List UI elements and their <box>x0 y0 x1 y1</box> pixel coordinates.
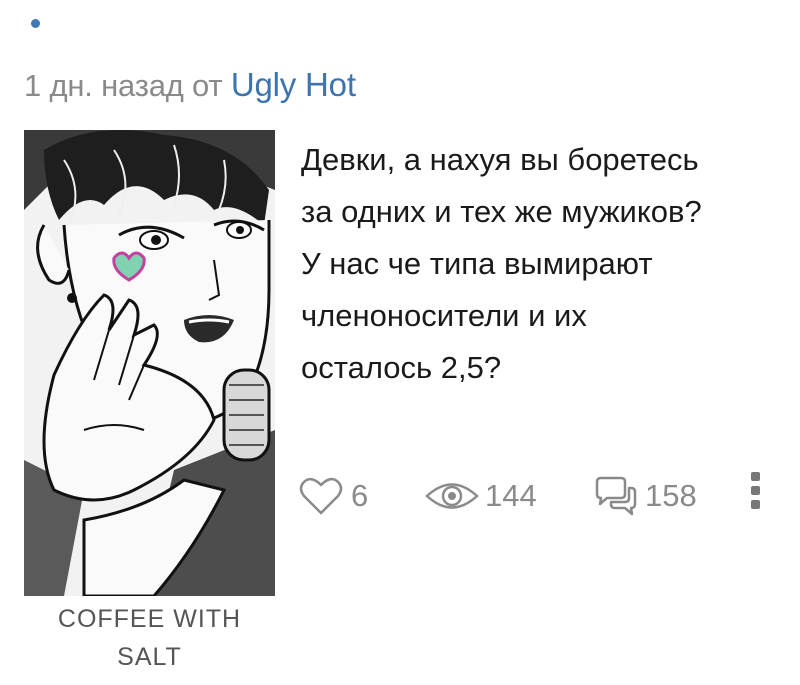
like-count: 6 <box>351 478 369 513</box>
post-line: Девки, а нахуя вы боретесь <box>301 142 699 177</box>
speech-bubbles-icon <box>591 476 639 516</box>
more-vertical-icon[interactable] <box>748 472 762 512</box>
caption-line-2: SALT <box>117 643 182 671</box>
post-line: У нас че типа вымирают <box>301 246 653 281</box>
post-meta: 1 дн. назад от Ugly Hot <box>24 66 356 104</box>
heart-outline-icon <box>299 476 343 516</box>
avatar-caption: COFFEE WITH SALT <box>24 600 275 676</box>
view-count: 144 <box>485 478 537 513</box>
post-stats: 6 144 158 <box>299 470 697 522</box>
views-indicator: 144 <box>425 478 537 514</box>
post-line: членоносители и их <box>301 298 587 333</box>
post-line: осталось 2,5? <box>301 350 502 385</box>
manga-portrait-illustration <box>24 130 275 596</box>
eye-icon <box>425 479 479 513</box>
comment-count: 158 <box>645 478 697 513</box>
post-text: Девки, а нахуя вы боретесь за одних и те… <box>301 134 791 394</box>
post-line: за одних и тех же мужиков? <box>301 194 702 229</box>
author-avatar-image[interactable] <box>24 130 275 596</box>
caption-line-1: COFFEE WITH <box>57 605 242 633</box>
time-ago: 1 дн. назад от <box>24 68 223 103</box>
comments-button[interactable]: 158 <box>591 476 697 516</box>
like-button[interactable]: 6 <box>299 476 368 516</box>
unread-dot <box>31 19 40 28</box>
author-link[interactable]: Ugly Hot <box>231 66 356 103</box>
